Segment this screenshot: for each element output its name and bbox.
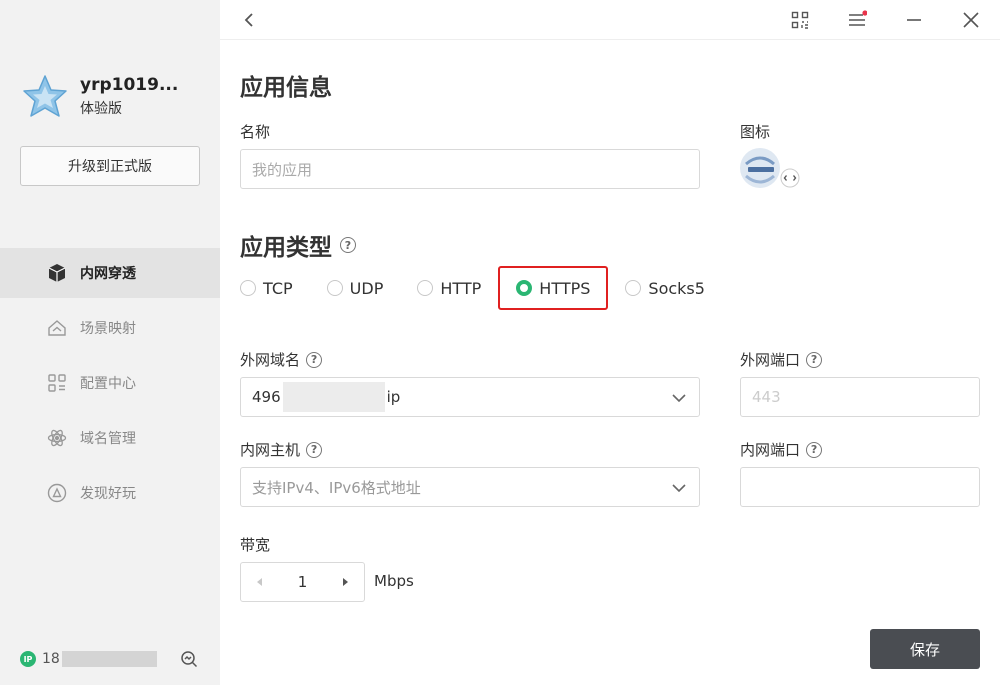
app-info-title: 应用信息 (240, 75, 332, 101)
radio-circle (516, 280, 533, 296)
icon-label: 图标 (740, 123, 771, 141)
atom-icon (46, 427, 68, 449)
radio-socks5[interactable]: Socks5 (625, 279, 705, 298)
external-port-label: 外网端口? (740, 349, 823, 370)
menu-icon[interactable] (845, 8, 869, 32)
sidebar-item-intranet-penetration[interactable]: 内网穿透 (0, 248, 220, 298)
main-panel: 应用信息 名称 我的应用 图标 应用类型 ? TCP UDP HTTP HTTP… (240, 40, 980, 685)
help-icon[interactable]: ? (806, 351, 823, 368)
external-port-input[interactable]: 443 (740, 377, 980, 417)
chevron-down-icon (672, 484, 686, 493)
sidebar-item-scene-mapping[interactable]: 场景映射 (0, 303, 220, 353)
radio-label: TCP (263, 278, 293, 298)
decrement-icon[interactable] (241, 563, 279, 601)
chevron-down-icon (672, 394, 686, 403)
domain-value-prefix: 496 (252, 388, 281, 406)
sidebar-item-label: 场景映射 (80, 321, 136, 337)
app-type-radio-group: TCP UDP HTTP HTTPS Socks5 (240, 266, 739, 310)
radio-label: UDP (349, 278, 384, 298)
help-icon[interactable]: ? (340, 237, 356, 253)
house-icon (46, 317, 68, 339)
ip-status: IP 18 (20, 648, 200, 670)
grid-icon (46, 372, 68, 394)
qr-code-icon[interactable] (788, 8, 812, 32)
internal-host-placeholder: 支持IPv4、IPv6格式地址 (252, 478, 421, 497)
name-label: 名称 (240, 123, 271, 141)
sidebar-item-label: 域名管理 (80, 431, 136, 447)
save-button[interactable]: 保存 (870, 629, 980, 669)
radio-udp[interactable]: UDP (326, 278, 384, 298)
ip-search-icon[interactable] (178, 648, 200, 670)
radio-https[interactable]: HTTPS (498, 266, 609, 310)
internal-port-label-text: 内网端口 (740, 441, 801, 459)
external-domain-label-text: 外网域名 (240, 351, 301, 369)
app-name-input[interactable]: 我的应用 (240, 149, 700, 189)
radio-tcp[interactable]: TCP (240, 279, 293, 298)
help-icon[interactable]: ? (806, 441, 823, 458)
radio-label: Socks5 (648, 278, 705, 298)
cube-icon (46, 262, 68, 284)
ip-address: 18 (42, 651, 60, 667)
internal-port-input[interactable] (740, 467, 980, 507)
radio-circle (625, 280, 642, 296)
internal-host-label-text: 内网主机 (240, 441, 301, 459)
upgrade-button[interactable]: 升级到正式版 (20, 146, 200, 186)
user-profile[interactable]: yrp1019... 体验版 (20, 72, 178, 122)
bandwidth-stepper: 1 (240, 562, 365, 602)
app-logo-icon (740, 148, 800, 188)
external-domain-select[interactable]: 496 ip (240, 377, 700, 417)
radio-circle (240, 280, 256, 296)
radio-circle (326, 280, 343, 296)
radio-circle (417, 280, 434, 296)
increment-icon[interactable] (326, 563, 364, 601)
star-avatar-icon (23, 75, 67, 117)
help-icon[interactable]: ? (306, 351, 323, 368)
help-icon[interactable]: ? (306, 441, 323, 458)
external-domain-label: 外网域名? (240, 349, 323, 370)
sidebar-item-domain-management[interactable]: 域名管理 (0, 413, 220, 463)
app-type-title: 应用类型 ? (240, 228, 356, 262)
internal-host-select[interactable]: 支持IPv4、IPv6格式地址 (240, 467, 700, 507)
minimize-icon[interactable] (902, 8, 926, 32)
edition-label: 体验版 (80, 101, 122, 117)
bandwidth-label: 带宽 (240, 536, 271, 554)
radio-http[interactable]: HTTP (417, 279, 481, 298)
external-port-label-text: 外网端口 (740, 351, 801, 369)
sidebar-item-label: 配置中心 (80, 376, 136, 392)
back-icon[interactable] (238, 8, 260, 32)
sidebar-nav: 内网穿透 场景映射 配置中心 域名管理 发现好玩 (0, 248, 220, 523)
domain-redacted (282, 382, 385, 412)
close-icon[interactable] (959, 8, 983, 32)
domain-value-suffix: ip (386, 388, 401, 406)
bandwidth-value[interactable]: 1 (279, 573, 326, 591)
sidebar-item-label: 发现好玩 (80, 486, 136, 502)
ip-redacted (61, 651, 157, 667)
username: yrp1019... (80, 75, 179, 95)
bandwidth-unit: Mbps (374, 572, 414, 590)
radio-label: HTTPS (539, 278, 591, 298)
radio-label: HTTP (440, 278, 482, 298)
sidebar: yrp1019... 体验版 升级到正式版 内网穿透 场景映射 配置中心 域名管… (0, 0, 220, 685)
title-bar (220, 0, 1000, 40)
sidebar-item-discover[interactable]: 发现好玩 (0, 468, 220, 518)
discover-icon (46, 482, 68, 504)
internal-port-label: 内网端口? (740, 439, 823, 460)
sidebar-item-config-center[interactable]: 配置中心 (0, 358, 220, 408)
ip-badge: IP (20, 651, 36, 667)
app-icon-picker[interactable] (740, 148, 802, 194)
internal-host-label: 内网主机? (240, 439, 323, 460)
sidebar-item-label: 内网穿透 (80, 266, 136, 282)
app-type-title-text: 应用类型 (240, 235, 332, 261)
